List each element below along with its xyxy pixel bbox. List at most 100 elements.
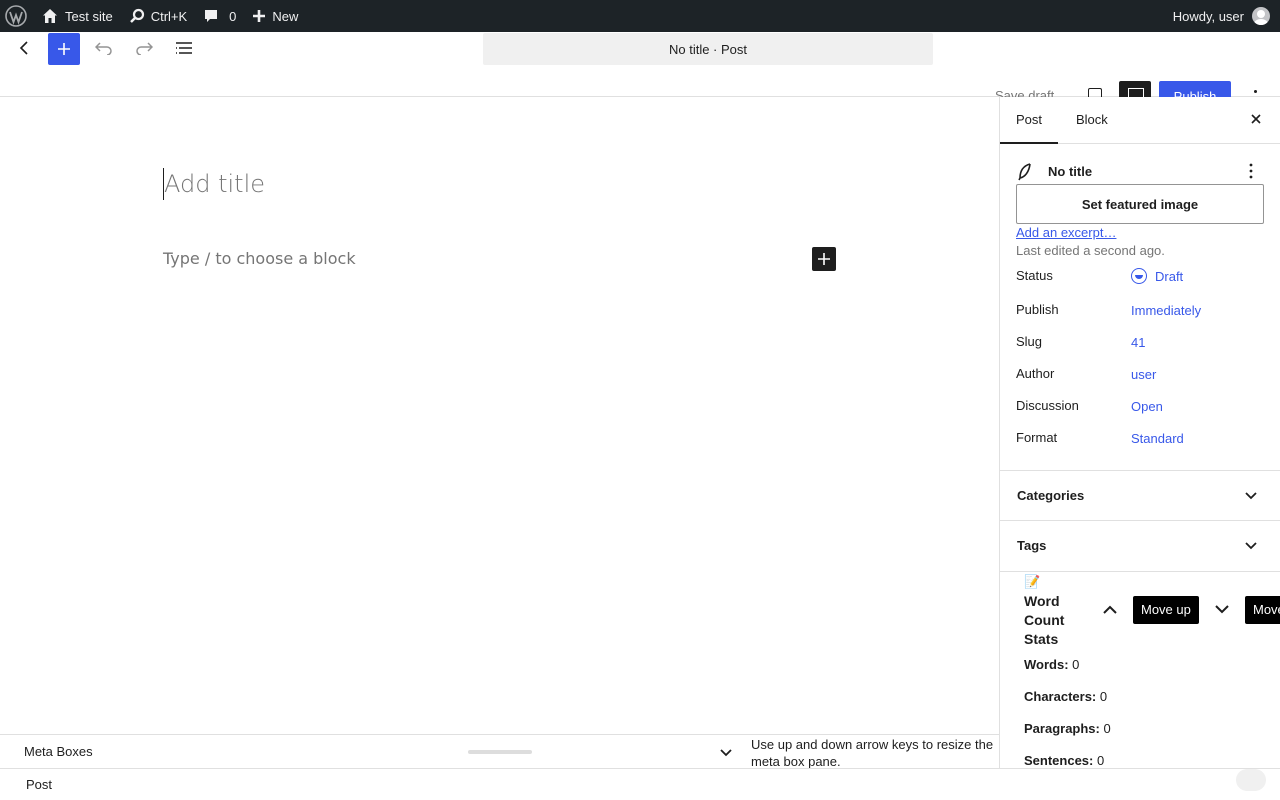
snackbar-placeholder: [1236, 769, 1266, 791]
settings-toggle-button[interactable]: [1119, 81, 1151, 98]
stat-words: Words: 0: [1024, 657, 1079, 672]
move-up-tooltip: Move up: [1133, 596, 1199, 624]
stat-label: Characters:: [1024, 689, 1097, 704]
stat-paragraphs: Paragraphs: 0: [1024, 721, 1111, 736]
move-up-button[interactable]: [1102, 601, 1118, 617]
discussion-label: Discussion: [1016, 398, 1079, 413]
undo-button[interactable]: [88, 32, 120, 64]
tab-post[interactable]: Post: [1000, 97, 1059, 144]
status-label: Status: [1016, 268, 1053, 283]
stat-sentences: Sentences: 0: [1024, 753, 1104, 768]
plus-icon: [818, 253, 830, 265]
plus-icon: [58, 43, 70, 55]
slug-row: Slug 41: [1016, 334, 1266, 358]
home-icon: [43, 9, 57, 23]
site-name-label: Test site: [65, 8, 113, 24]
comments-link[interactable]: 0: [195, 0, 244, 32]
chevron-down-icon: [720, 749, 732, 757]
breadcrumb[interactable]: Post: [26, 777, 52, 792]
draft-status-icon: [1131, 268, 1147, 284]
tags-panel[interactable]: Tags: [1000, 520, 1280, 570]
last-edited-text: Last edited a second ago.: [1016, 243, 1165, 258]
post-title-input[interactable]: Add title: [163, 168, 265, 200]
greeting-label: Howdy, user: [1172, 8, 1244, 24]
redo-icon: [136, 42, 153, 55]
editor-footer: Post: [0, 768, 1280, 800]
status-value-button[interactable]: Draft: [1155, 269, 1183, 284]
format-value-button[interactable]: Standard: [1131, 431, 1184, 446]
add-excerpt-link[interactable]: Add an excerpt…: [1016, 225, 1116, 240]
my-account-link[interactable]: Howdy, user: [1173, 7, 1280, 25]
more-vertical-icon[interactable]: [1246, 163, 1256, 179]
close-icon: [1251, 114, 1261, 124]
set-featured-image-button[interactable]: Set featured image: [1016, 184, 1264, 224]
publish-label: Publish: [1016, 302, 1059, 317]
new-label: New: [272, 8, 299, 24]
avatar: [1252, 7, 1270, 25]
sidebar-tabs: Post Block: [1000, 97, 1280, 144]
stat-value: 0: [1072, 657, 1080, 672]
back-button[interactable]: [8, 32, 40, 64]
close-sidebar-button[interactable]: [1248, 111, 1264, 127]
author-label: Author: [1016, 366, 1055, 381]
feather-icon: [1018, 163, 1031, 181]
format-label: Format: [1016, 430, 1058, 445]
stat-label: Sentences:: [1024, 753, 1094, 768]
chevron-down-icon: [1243, 488, 1259, 504]
comment-icon: [205, 10, 218, 22]
categories-panel-title: Categories: [1017, 488, 1085, 503]
document-bar[interactable]: No title · Post: [483, 33, 933, 65]
block-inserter-button[interactable]: [812, 247, 836, 271]
word-count-metabox: 📝 Word Count Stats Move up Move Words: 0…: [1000, 571, 1280, 768]
chevron-up-icon: [1103, 605, 1117, 614]
site-name-link[interactable]: Test site: [33, 0, 121, 32]
resize-hint: Use up and down arrow keys to resize the…: [751, 737, 994, 769]
chevron-left-icon: [19, 41, 28, 55]
metabox-pane: Meta Boxes Use up and down arrow keys to…: [0, 734, 999, 769]
metabox-title: Meta Boxes: [24, 744, 93, 759]
document-title: No title · Post: [668, 41, 748, 57]
undo-icon: [95, 42, 112, 55]
publish-button[interactable]: Publish: [1159, 81, 1231, 97]
comments-count: 0: [229, 8, 237, 24]
metabox-toggle-button[interactable]: [716, 743, 736, 763]
stat-value: 0: [1097, 753, 1105, 768]
redo-button[interactable]: [128, 32, 160, 64]
discussion-row: Discussion Open: [1016, 398, 1266, 422]
publish-date-button[interactable]: Immediately: [1131, 303, 1201, 318]
search-shortcut-label: Ctrl+K: [150, 8, 188, 24]
stat-label: Paragraphs:: [1024, 721, 1100, 736]
editor-header: No title · Post Save draft Publish: [0, 32, 1280, 98]
settings-sidebar: Post Block No title Set featured image A…: [999, 97, 1280, 768]
tags-panel-title: Tags: [1017, 538, 1047, 553]
search-icon: [129, 8, 144, 23]
slug-label: Slug: [1016, 334, 1043, 349]
default-block-appender[interactable]: Type / to choose a block: [163, 249, 356, 268]
stat-value: 0: [1099, 689, 1108, 704]
publish-row: Publish Immediately: [1016, 302, 1266, 326]
document-overview-button[interactable]: [168, 32, 200, 64]
categories-panel[interactable]: Categories: [1000, 470, 1280, 520]
stat-label: Words:: [1024, 657, 1069, 672]
stat-value: 0: [1103, 721, 1111, 736]
move-down-tooltip: Move: [1245, 596, 1280, 624]
command-palette-link[interactable]: Ctrl+K: [121, 0, 195, 32]
move-down-button[interactable]: [1214, 601, 1230, 617]
preview-icon[interactable]: [1088, 88, 1102, 97]
status-row: Status Draft: [1016, 268, 1266, 292]
new-content-link[interactable]: New: [244, 0, 306, 32]
discussion-value-button[interactable]: Open: [1131, 399, 1163, 414]
editor-canvas: Add title Type / to choose a block: [0, 97, 999, 734]
word-count-title: Word Count Stats: [1024, 593, 1065, 647]
author-value-button[interactable]: user: [1131, 367, 1156, 382]
wordpress-logo-icon[interactable]: [0, 0, 33, 32]
metabox-resize-handle[interactable]: [468, 750, 532, 754]
author-row: Author user: [1016, 366, 1266, 390]
block-inserter-toggle[interactable]: [48, 33, 80, 65]
post-card-title: No title: [1048, 164, 1093, 179]
chevron-down-icon: [1215, 604, 1229, 613]
memo-icon: 📝: [1024, 574, 1041, 589]
slug-value-button[interactable]: 41: [1131, 335, 1145, 350]
tab-block[interactable]: Block: [1060, 97, 1124, 144]
stat-characters: Characters: 0: [1024, 689, 1107, 704]
